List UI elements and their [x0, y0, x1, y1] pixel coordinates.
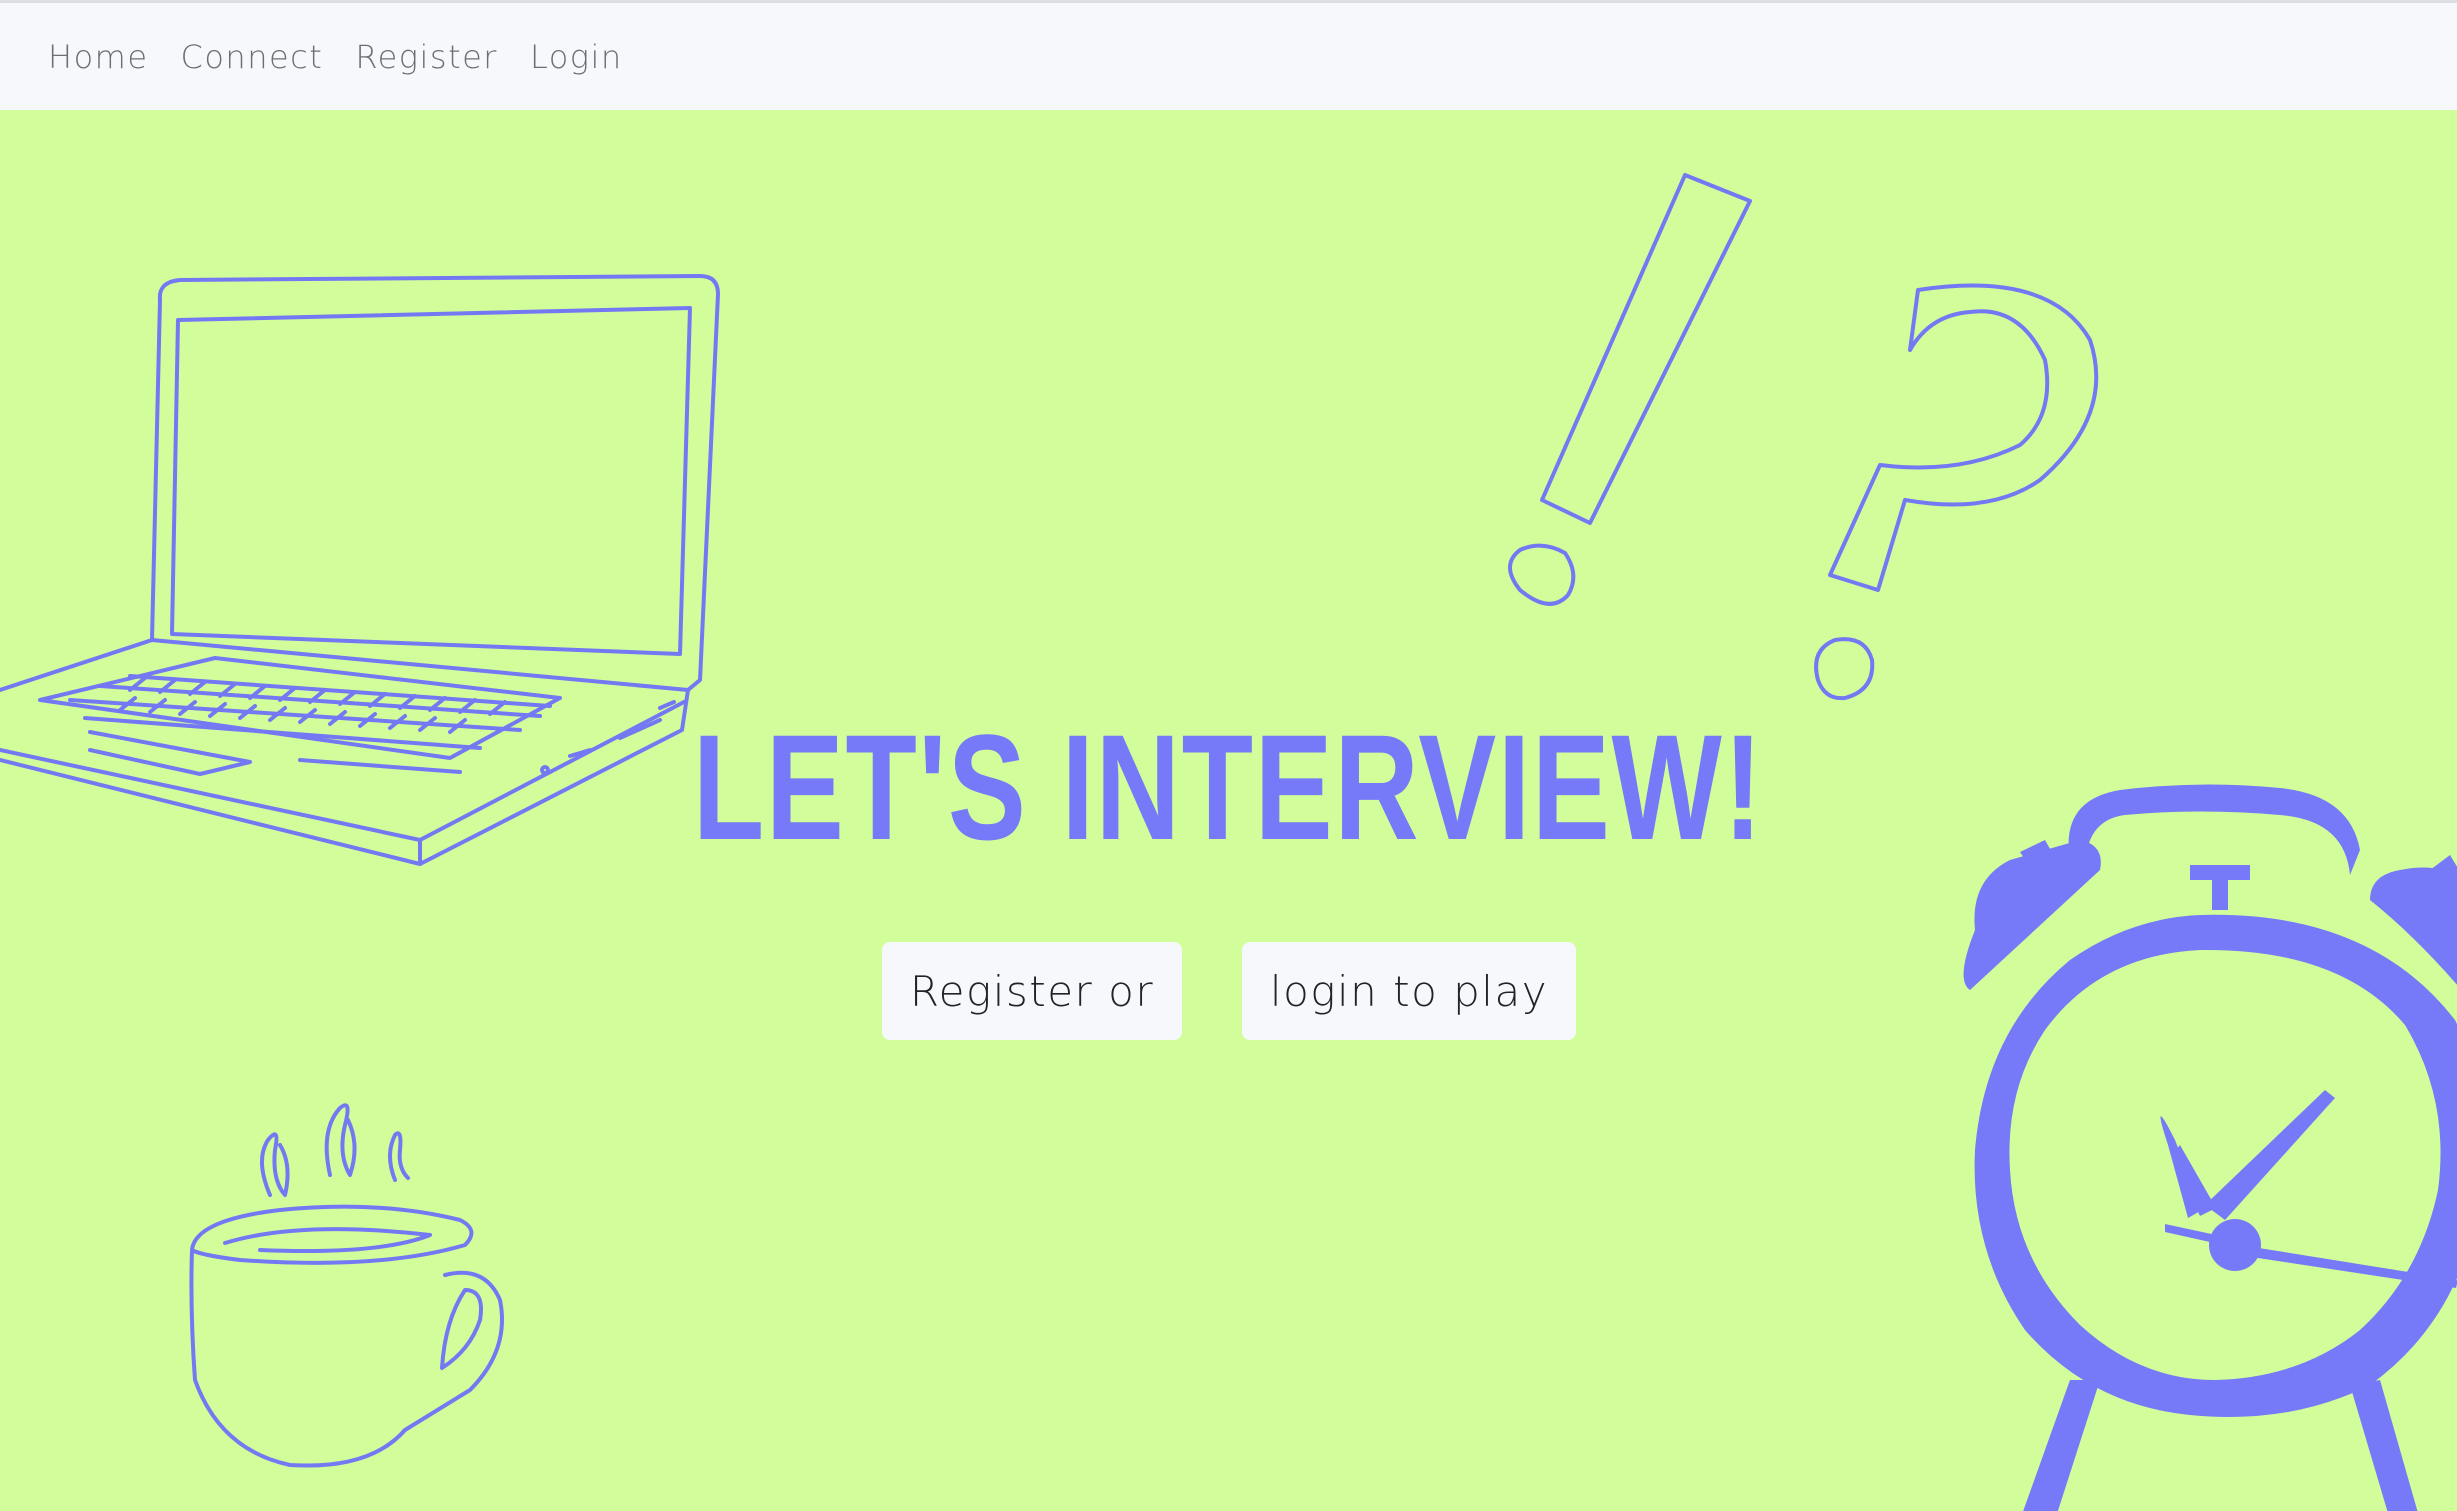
exclamation-icon [1508, 173, 1752, 606]
nav-link-login[interactable]: Login [530, 38, 623, 76]
register-button[interactable]: Register or [882, 942, 1182, 1040]
nav-link-home[interactable]: Home [48, 38, 149, 76]
navbar: Home Connect Register Login [0, 0, 2457, 110]
nav-link-connect[interactable]: Connect [181, 38, 324, 76]
login-to-play-button[interactable]: login to play [1242, 942, 1576, 1040]
hero-section: LET'S INTERVIEW! Register or login to pl… [0, 110, 2457, 1511]
coffee-cup-icon [189, 1103, 504, 1468]
nav-link-register[interactable]: Register [355, 38, 498, 76]
page-title: LET'S INTERVIEW! [692, 703, 1764, 871]
alarm-clock-icon [1963, 784, 2457, 1511]
